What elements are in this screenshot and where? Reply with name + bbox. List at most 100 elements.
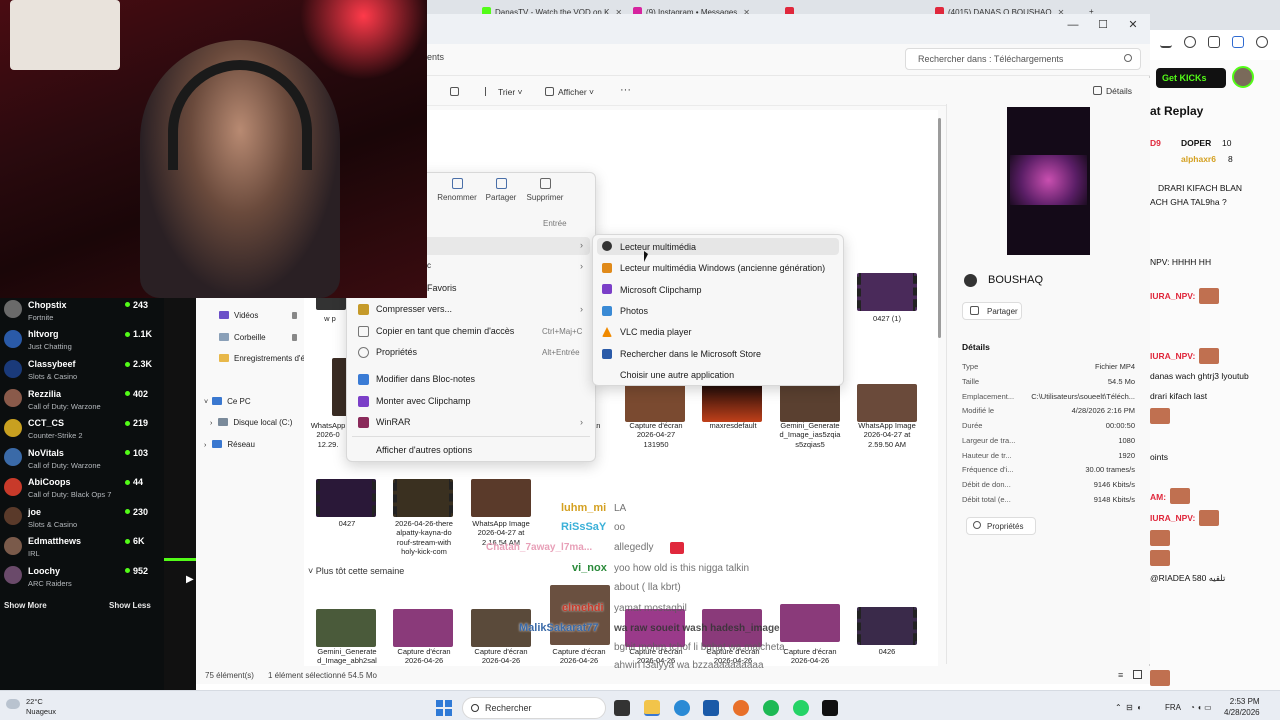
account-icon[interactable]	[1184, 36, 1196, 48]
file-name[interactable]: Capture d'écran 2026-04-26	[540, 647, 618, 666]
nav-item-this-pc[interactable]: ˅ Ce PC	[204, 397, 251, 406]
avatar[interactable]	[4, 507, 22, 525]
file-name[interactable]: Capture d'écran 2026-04-27 131950	[617, 421, 695, 449]
avatar[interactable]	[4, 419, 22, 437]
channel-name[interactable]: Edmatthews	[28, 536, 81, 546]
channel-name[interactable]: hltvorg	[28, 329, 59, 339]
channel-name[interactable]: NoVitals	[28, 448, 64, 458]
kick-app-icon[interactable]	[822, 700, 838, 716]
file-name[interactable]: WhatsApp Image 2026-04-27 at 2.59.50 AM	[848, 421, 926, 449]
language-indicator[interactable]: FRA	[1165, 703, 1181, 712]
player-progress-bar[interactable]	[164, 558, 196, 561]
translate-icon[interactable]	[1232, 36, 1244, 48]
menu-item-clipchamp[interactable]: Monter avec Clipchamp	[376, 396, 471, 406]
profile-icon[interactable]	[1256, 36, 1268, 48]
file-thumbnail[interactable]	[550, 585, 610, 645]
weather-widget[interactable]: 22°C Nuageux	[26, 697, 56, 717]
avatar[interactable]	[1232, 66, 1254, 88]
submenu-item-photos[interactable]: Photos	[620, 306, 648, 316]
file-name[interactable]: Capture d'écran 2026-04-26	[462, 647, 540, 666]
file-thumbnail[interactable]	[471, 479, 531, 517]
file-thumbnail[interactable]	[857, 607, 917, 645]
file-name[interactable]: maxresdefault	[694, 421, 772, 430]
nav-item-videos[interactable]: Vidéos	[219, 311, 258, 320]
chat-username[interactable]: IURA_NPV:	[1150, 513, 1195, 523]
file-explorer-icon[interactable]	[644, 700, 660, 716]
chat-username[interactable]: D9	[1150, 138, 1161, 148]
search-input[interactable]: Rechercher dans : Téléchargements	[905, 48, 1141, 70]
channel-name[interactable]: CCT_CS	[28, 418, 64, 428]
nav-item-recycle-bin[interactable]: Corbeille	[219, 333, 266, 342]
menu-item-compress[interactable]: Compresser vers...	[376, 304, 452, 314]
view-button[interactable]: Afficher ˅	[545, 87, 594, 97]
details-toggle-button[interactable]: Détails	[1093, 86, 1132, 96]
nav-item-network[interactable]: › Réseau	[204, 440, 255, 449]
file-name[interactable]: Capture d'écran 2026-04-26	[385, 647, 463, 666]
channel-name[interactable]: Chopstix	[28, 300, 67, 310]
file-name[interactable]: 0426	[848, 647, 926, 656]
file-thumbnail[interactable]	[316, 296, 346, 310]
taskbar-search[interactable]: Rechercher	[462, 697, 606, 719]
submenu-item-store[interactable]: Rechercher dans le Microsoft Store	[620, 349, 761, 359]
file-name[interactable]: Gemini_Generate d_Image_abh2sal	[308, 647, 386, 666]
submenu-item-media-player[interactable]: Lecteur multimédia	[620, 242, 696, 252]
file-thumbnail[interactable]	[625, 384, 685, 422]
submenu-item-vlc[interactable]: VLC media player	[620, 327, 692, 337]
whatsapp-icon[interactable]	[793, 700, 809, 716]
file-thumbnail[interactable]	[316, 479, 376, 517]
section-header[interactable]: ˅ Plus tôt cette semaine	[308, 566, 404, 576]
avatar[interactable]	[4, 537, 22, 555]
list-view-icon[interactable]: ≡	[1118, 670, 1123, 680]
menu-item-notepad[interactable]: Modifier dans Bloc-notes	[376, 374, 475, 384]
vertical-scrollbar[interactable]	[938, 118, 941, 338]
sort-button[interactable]: Trier ˅	[485, 87, 522, 97]
submenu-item-choose-app[interactable]: Choisir une autre application	[620, 370, 734, 380]
clock[interactable]: 2:53 PM 4/28/2026	[1224, 697, 1260, 719]
system-tray[interactable]: ⌃ ⊟ ◐	[1115, 703, 1142, 712]
file-thumbnail[interactable]	[316, 609, 376, 647]
menu-item-more-options[interactable]: Afficher d'autres options	[376, 445, 472, 455]
file-thumbnail[interactable]	[393, 609, 453, 647]
file-thumbnail[interactable]	[780, 384, 840, 422]
channel-name[interactable]: AbiCoops	[28, 477, 71, 487]
file-thumbnail[interactable]	[857, 273, 917, 311]
avatar[interactable]	[4, 360, 22, 378]
more-options-button[interactable]: ···	[620, 84, 631, 96]
edge-icon[interactable]	[674, 700, 690, 716]
firefox-icon[interactable]	[733, 700, 749, 716]
channel-name[interactable]: Classybeef	[28, 359, 76, 369]
grid-view-icon[interactable]	[1133, 670, 1142, 679]
submenu-item-clipchamp[interactable]: Microsoft Clipchamp	[620, 285, 702, 295]
file-thumbnail[interactable]	[393, 479, 453, 517]
file-name[interactable]: 0427 (1)	[848, 314, 926, 323]
rename-button[interactable]: Renommer	[432, 178, 482, 202]
delete-button[interactable]: Supprimer	[520, 178, 570, 202]
download-icon[interactable]	[1160, 36, 1172, 48]
network-icon[interactable]: ◔ ◖ ▭	[1190, 703, 1212, 712]
avatar[interactable]	[4, 300, 22, 318]
get-kicks-button[interactable]: Get KICKs	[1156, 68, 1226, 88]
share-button[interactable]: Partager	[476, 178, 526, 202]
play-icon[interactable]: ▶	[186, 574, 194, 585]
chat-username[interactable]: IURA_NPV:	[1150, 291, 1195, 301]
avatar[interactable]	[4, 478, 22, 496]
channel-name[interactable]: joe	[28, 507, 41, 517]
menu-item-properties[interactable]: Propriétés	[376, 347, 417, 357]
show-less-button[interactable]: Show Less	[109, 601, 151, 610]
menu-item-copy-path[interactable]: Copier en tant que chemin d'accès	[376, 326, 514, 336]
chat-username[interactable]: DOPER	[1181, 138, 1211, 148]
avatar[interactable]	[4, 566, 22, 584]
nav-item-local-disk[interactable]: › Disque local (C:)	[210, 418, 292, 427]
chat-username[interactable]: alphaxr6	[1181, 154, 1216, 164]
avatar[interactable]	[4, 330, 22, 348]
submenu-item-legacy-player[interactable]: Lecteur multimédia Windows (ancienne gén…	[620, 263, 825, 273]
close-icon[interactable]: ✕	[1118, 18, 1148, 31]
spotify-icon[interactable]	[763, 700, 779, 716]
show-more-button[interactable]: Show More	[4, 601, 47, 610]
delete-button[interactable]	[450, 87, 463, 97]
file-thumbnail[interactable]	[702, 384, 762, 422]
file-name[interactable]: 0427	[308, 519, 386, 528]
channel-name[interactable]: Rezzilia	[28, 389, 61, 399]
file-name[interactable]: Gemini_Generate d_Image_ias5zqia s5zqias…	[771, 421, 849, 449]
menu-item-winrar[interactable]: WinRAR	[376, 417, 411, 427]
